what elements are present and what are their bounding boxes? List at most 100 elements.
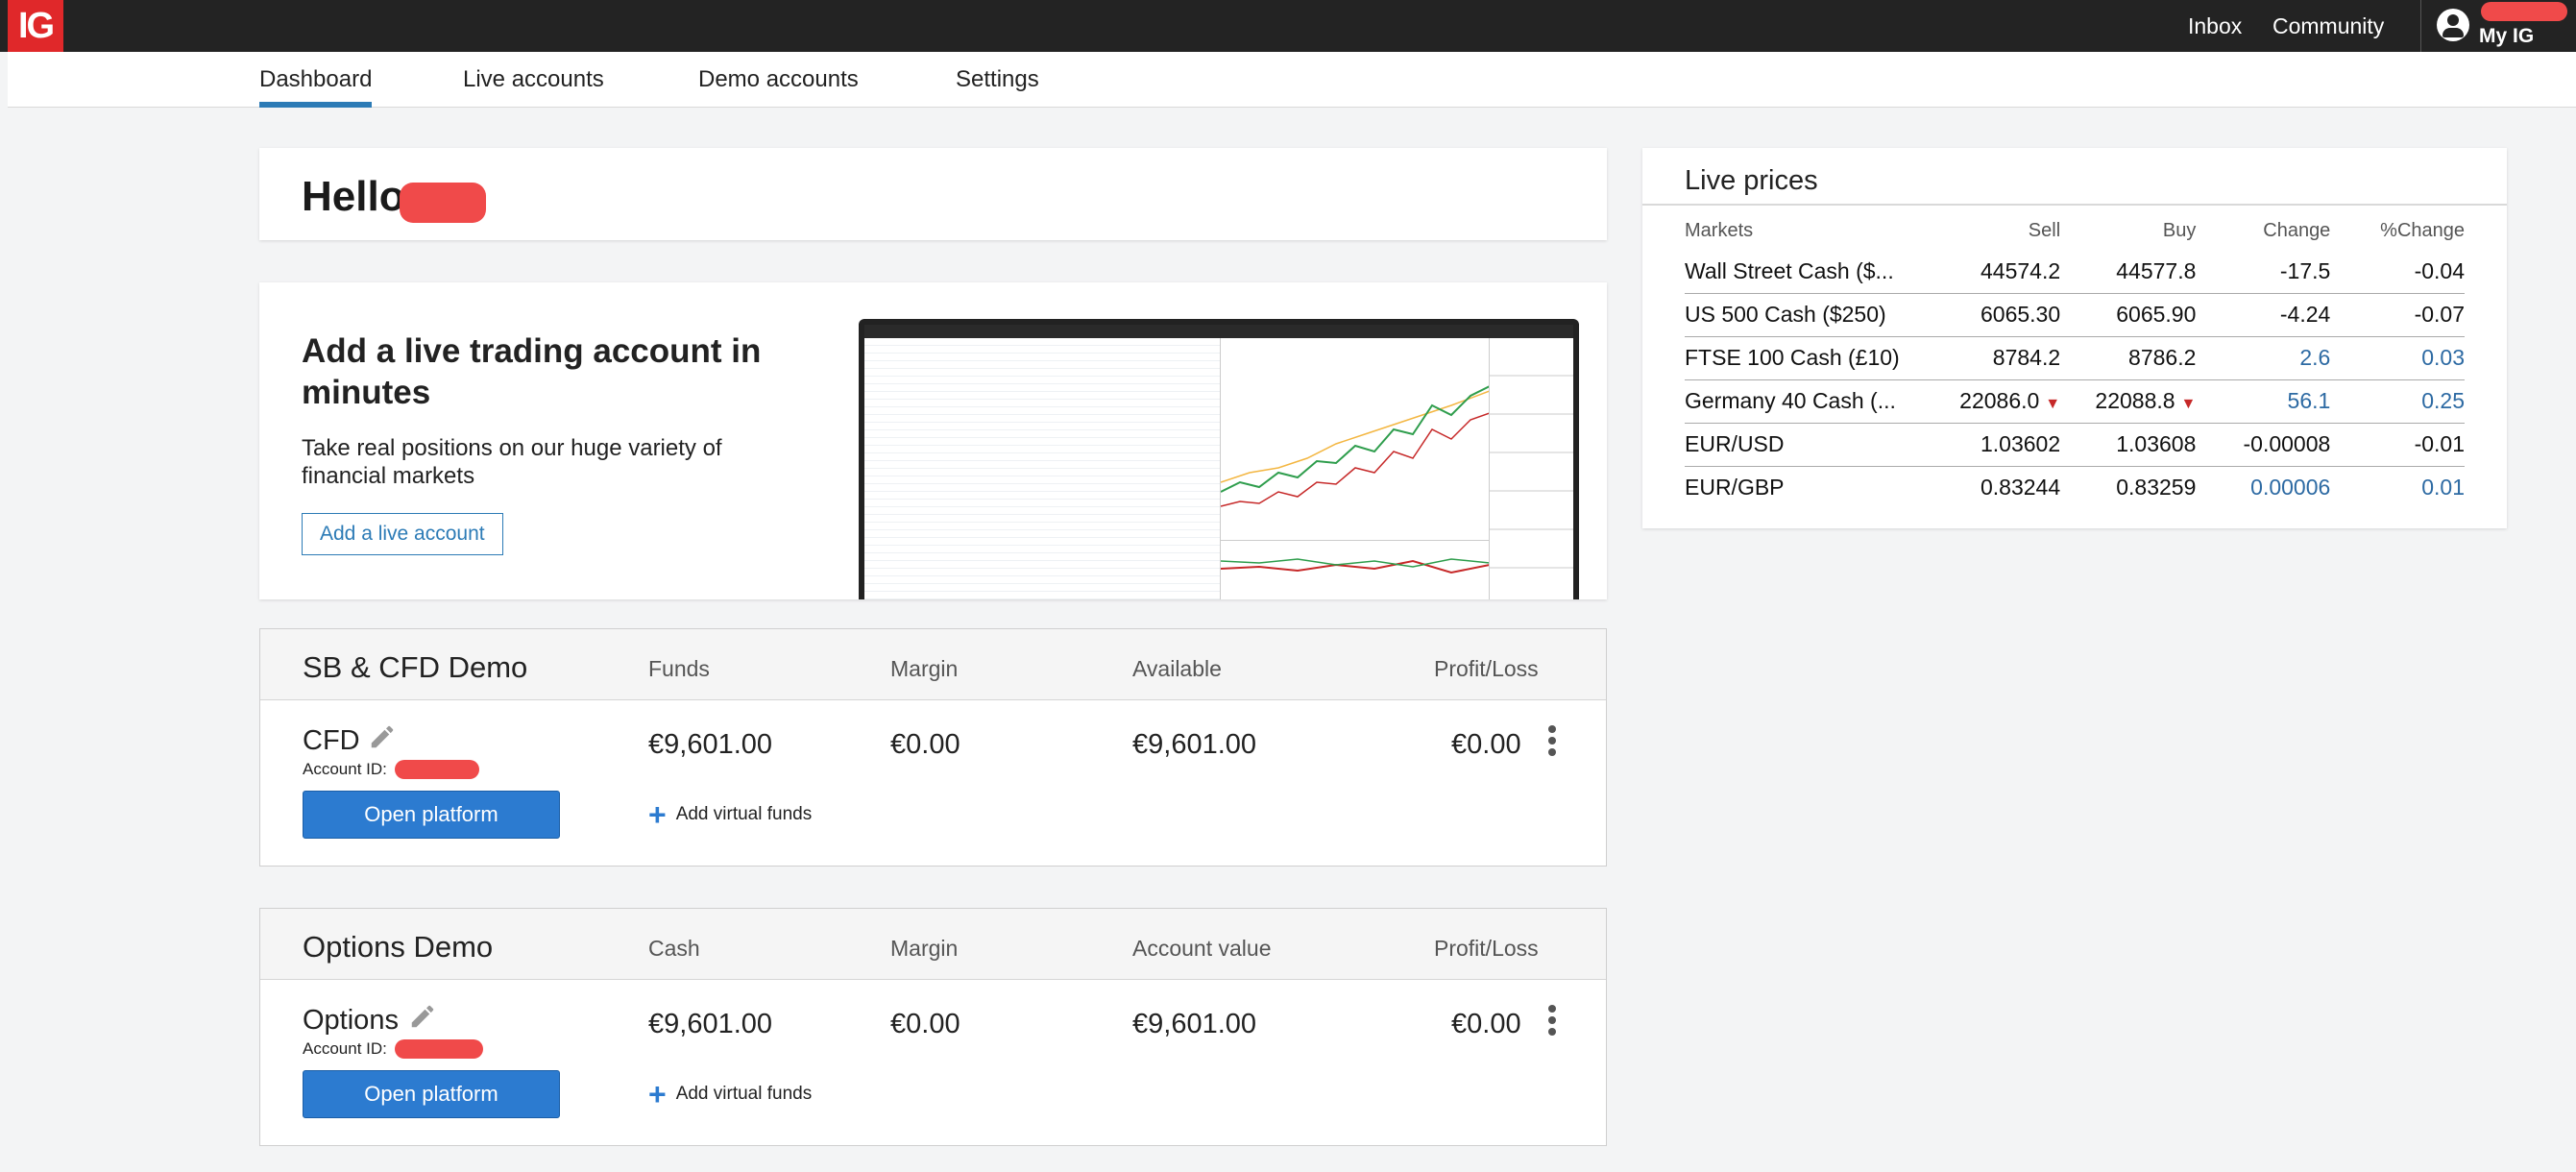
market-name: EUR/GBP [1685, 466, 1937, 509]
sell-price: 1.03602 [1937, 423, 2061, 467]
live-prices-title: Live prices [1685, 165, 1818, 196]
tab-live-accounts[interactable]: Live accounts [463, 52, 604, 108]
redacted-account-id [395, 1039, 483, 1059]
top-bar: IG Inbox Community My IG [0, 0, 2576, 52]
pct-change-value: 0.01 [2330, 466, 2465, 509]
buy-price-text: 8786.2 [2128, 345, 2197, 370]
sub-navigation: Dashboard Live accounts Demo accounts Se… [8, 52, 2576, 108]
add-virtual-funds-label[interactable]: Add virtual funds [676, 1084, 813, 1105]
buy-price: 6065.90 [2060, 293, 2197, 337]
user-avatar-icon[interactable] [2437, 9, 2469, 41]
table-header-row: Markets Sell Buy Change %Change [1685, 211, 2465, 250]
change-value: -17.5 [2196, 250, 2331, 294]
open-platform-button[interactable]: Open platform [303, 791, 560, 839]
account-header: SB & CFD Demo Funds Margin Available Pro… [260, 629, 1606, 700]
market-name-text: EUR/GBP [1685, 475, 1785, 501]
market-name-text: Wall Street Cash ($... [1685, 257, 1894, 283]
tab-dashboard-label[interactable]: Dashboard [259, 66, 372, 93]
more-options-icon[interactable] [1547, 725, 1557, 756]
buy-price: 0.83259 [2060, 466, 2196, 509]
add-virtual-funds-button[interactable]: + Add virtual funds [648, 1077, 813, 1111]
tab-settings-label[interactable]: Settings [956, 66, 1039, 93]
redacted-username [2481, 2, 2567, 21]
market-name-text: EUR/USD [1685, 431, 1785, 456]
account-header: Options Demo Cash Margin Account value P… [260, 909, 1606, 980]
ig-logo[interactable]: IG [8, 0, 63, 52]
header-change: Change [2263, 219, 2331, 241]
tab-demo-accounts-label[interactable]: Demo accounts [698, 66, 859, 93]
more-options-icon[interactable] [1547, 1005, 1557, 1036]
promo-heading: Add a live trading account in minutes [302, 332, 762, 411]
tab-demo-accounts[interactable]: Demo accounts [698, 52, 859, 108]
change-value: 0.00006 [2196, 466, 2330, 509]
column-funds: Funds [648, 656, 710, 681]
plus-icon: + [648, 1077, 667, 1111]
sell-price: 44574.2 [1937, 250, 2061, 294]
buy-price-text: 0.83259 [2116, 475, 2197, 501]
edit-pencil-icon[interactable] [368, 722, 397, 751]
column-margin: Margin [890, 656, 959, 681]
sell-price-text: 22086.0 [1959, 388, 2040, 413]
add-virtual-funds-label[interactable]: Add virtual funds [676, 804, 813, 825]
buy-price-text: 1.03608 [2116, 431, 2197, 456]
change-value: -4.24 [2196, 293, 2331, 337]
buy-price: 22088.8 ▼ [2060, 379, 2197, 424]
tab-dashboard[interactable]: Dashboard [259, 52, 373, 108]
column-profit-loss: Profit/Loss [1434, 656, 1539, 681]
redacted-account-id [395, 760, 479, 779]
account-name: Options [303, 1005, 399, 1036]
live-prices-table: Markets Sell Buy Change %Change Wall Str… [1685, 211, 2465, 509]
buy-price-text: 22088.8 [2095, 388, 2175, 413]
inbox-link[interactable]: Inbox [2188, 0, 2242, 52]
price-row[interactable]: Wall Street Cash ($... 44574.2 44577.8 -17.… [1685, 250, 2465, 294]
my-ig-label[interactable]: My IG [2479, 25, 2534, 48]
margin-value: €0.00 [890, 729, 960, 760]
market-name: FTSE 100 Cash (£10) [1685, 336, 1938, 380]
redacted-name [400, 183, 486, 223]
sell-price-text: 0.83244 [1981, 475, 2061, 501]
column-margin: Margin [890, 936, 959, 961]
profit-loss-value: €0.00 [1451, 729, 1521, 760]
my-ig-menu[interactable]: My IG [2420, 0, 2576, 52]
add-live-account-button[interactable]: Add a live account [302, 513, 503, 555]
sell-price: 22086.0 ▼ [1937, 379, 2061, 424]
price-row[interactable]: EUR/USD 1.03602 1.03608 -0.00008 -0.01 [1685, 423, 2465, 467]
tab-live-accounts-label[interactable]: Live accounts [463, 66, 604, 93]
pct-change-value-text: -0.01 [2414, 431, 2465, 456]
column-cash: Cash [648, 936, 700, 961]
sb-cfd-demo-account-card: SB & CFD Demo Funds Margin Available Pro… [259, 628, 1607, 867]
market-name-text: FTSE 100 Cash (£10) [1685, 345, 1900, 370]
market-name: EUR/USD [1685, 423, 1938, 467]
tab-settings[interactable]: Settings [956, 52, 1039, 108]
live-account-promo: Add a live trading account in minutes Ta… [259, 282, 1607, 599]
pct-change-value-text: -0.07 [2414, 302, 2465, 327]
price-row[interactable]: Germany 40 Cash (... 22086.0 ▼ 22088.8 ▼ 56.1… [1685, 379, 2465, 424]
market-name: US 500 Cash ($250) [1685, 293, 1938, 337]
greeting-title: Hello [302, 173, 405, 220]
community-label[interactable]: Community [2272, 13, 2384, 39]
pct-change-value: -0.07 [2330, 293, 2465, 337]
account-id-label: Account ID: [303, 1039, 387, 1058]
plus-icon: + [648, 797, 667, 832]
change-value-text: -0.00008 [2243, 431, 2331, 456]
add-virtual-funds-button[interactable]: + Add virtual funds [648, 797, 813, 832]
buy-price: 1.03608 [2060, 423, 2197, 467]
market-name: Germany 40 Cash (... [1685, 379, 1938, 424]
price-down-icon: ▼ [2180, 396, 2197, 412]
margin-value: €0.00 [890, 1009, 960, 1039]
pct-change-value: -0.04 [2330, 250, 2465, 294]
inbox-label[interactable]: Inbox [2188, 13, 2242, 39]
column-profit-loss: Profit/Loss [1434, 936, 1539, 961]
pct-change-value: -0.01 [2330, 423, 2465, 467]
available-value: €9,601.00 [1132, 729, 1257, 760]
edit-pencil-icon[interactable] [408, 1002, 437, 1031]
sell-price-text: 1.03602 [1981, 431, 2061, 456]
profit-loss-value: €0.00 [1451, 1009, 1521, 1039]
price-row[interactable]: FTSE 100 Cash (£10) 8784.2 8786.2 2.6 0.03 [1685, 336, 2465, 380]
price-row[interactable]: EUR/GBP 0.83244 0.83259 0.00006 0.01 [1685, 466, 2465, 509]
column-account-value: Account value [1132, 936, 1272, 961]
community-link[interactable]: Community [2272, 0, 2384, 52]
price-row[interactable]: US 500 Cash ($250) 6065.30 6065.90 -4.24 -0.… [1685, 293, 2465, 337]
open-platform-button[interactable]: Open platform [303, 1070, 560, 1118]
divider [1642, 204, 2507, 206]
